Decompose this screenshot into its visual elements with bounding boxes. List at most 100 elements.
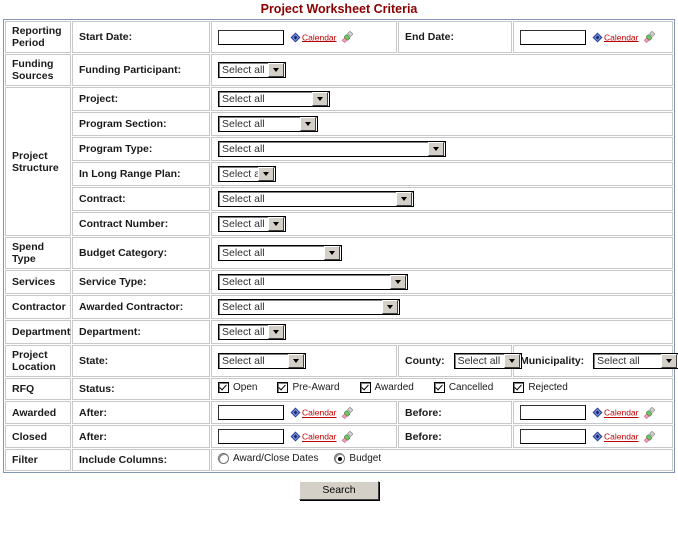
budget-category-cell: Select all: [211, 237, 673, 269]
program-section-label: Program Section:: [72, 112, 210, 136]
service-type-cell: Select all: [211, 270, 673, 294]
closed-before-calendar-link[interactable]: Calendar: [604, 432, 639, 442]
end-date-label: End Date:: [398, 21, 512, 53]
awarded-before-cell: Calendar: [513, 401, 673, 424]
table-row-filter: Filter Include Columns: Award/Close Date…: [5, 449, 673, 471]
radio-icon[interactable]: [334, 453, 346, 464]
chevron-down-icon[interactable]: [503, 354, 520, 368]
eraser-icon[interactable]: [341, 406, 354, 419]
checkbox-icon[interactable]: [277, 382, 289, 393]
municipality-label: Municipality:: [520, 354, 585, 367]
status-checkbox-cancelled[interactable]: Cancelled: [433, 382, 493, 393]
chevron-down-icon[interactable]: [661, 354, 678, 368]
funding-participant-select[interactable]: Select all: [218, 62, 286, 78]
county-select[interactable]: Select all: [453, 353, 522, 369]
calendar-icon: [592, 431, 603, 442]
chevron-down-icon[interactable]: [312, 92, 328, 106]
start-date-calendar-link[interactable]: Calendar: [302, 32, 337, 42]
group-label-closed: Closed: [5, 425, 71, 448]
closed-before-cell: Calendar: [513, 425, 673, 448]
table-row-rfq: RFQ Status: Open Pre-Award Awarded Cancelle…: [5, 378, 673, 400]
chevron-down-icon[interactable]: [390, 275, 406, 289]
table-row-program-type: Program Type: Select all: [5, 137, 673, 161]
project-label: Project:: [72, 87, 210, 111]
eraser-icon[interactable]: [643, 31, 656, 43]
chevron-down-icon[interactable]: [396, 192, 412, 206]
start-date-cell: Calendar: [211, 21, 397, 53]
chevron-down-icon[interactable]: [268, 63, 284, 77]
awarded-before-calendar-link[interactable]: Calendar: [604, 408, 639, 418]
end-date-calendar-link[interactable]: Calendar: [604, 32, 639, 42]
closed-after-label: After:: [72, 425, 210, 448]
awarded-after-calendar-link[interactable]: Calendar: [302, 408, 337, 418]
chevron-down-icon[interactable]: [268, 325, 284, 339]
include-columns-cell: Award/Close Dates Budget: [211, 449, 673, 471]
state-label: State:: [72, 345, 210, 377]
budget-category-select[interactable]: Select all: [218, 245, 342, 261]
group-label-contractor: Contractor: [5, 295, 71, 319]
end-date-input[interactable]: [520, 29, 586, 45]
status-checkbox-open[interactable]: Open: [218, 382, 257, 393]
contract-number-cell: Select all: [211, 212, 673, 236]
radio-budget[interactable]: Budget: [334, 453, 381, 464]
search-button[interactable]: Search: [299, 481, 379, 500]
contract-number-select[interactable]: Select all: [218, 216, 286, 232]
state-cell: Select all: [211, 345, 397, 377]
checkbox-icon[interactable]: [433, 382, 445, 393]
program-type-select[interactable]: Select all: [218, 141, 446, 157]
program-section-select[interactable]: Select all: [218, 116, 318, 132]
chevron-down-icon[interactable]: [428, 142, 444, 156]
group-label-services: Services: [5, 270, 71, 294]
closed-after-calendar-link[interactable]: Calendar: [302, 432, 337, 442]
status-label: Status:: [72, 378, 210, 400]
status-checkbox-awarded[interactable]: Awarded: [359, 382, 414, 393]
awarded-before-input[interactable]: [520, 405, 586, 420]
checkbox-icon[interactable]: [513, 382, 525, 393]
contract-select[interactable]: Select all: [218, 191, 414, 207]
table-row-contract: Contract: Select all: [5, 187, 673, 211]
table-row-services: Services Service Type: Select all: [5, 270, 673, 294]
service-type-label: Service Type:: [72, 270, 210, 294]
table-row-closed: Closed After: Calendar Before: Calendar: [5, 425, 673, 448]
closed-before-input[interactable]: [520, 429, 586, 444]
checkbox-icon[interactable]: [359, 382, 371, 393]
budget-category-label: Budget Category:: [72, 237, 210, 269]
table-row-contract-number: Contract Number: Select all: [5, 212, 673, 236]
status-checkbox-pre-award[interactable]: Pre-Award: [277, 382, 340, 393]
eraser-icon[interactable]: [643, 406, 656, 419]
calendar-icon: [290, 407, 301, 418]
chevron-down-icon[interactable]: [382, 300, 398, 314]
radio-icon[interactable]: [218, 453, 229, 464]
state-select[interactable]: Select all: [218, 353, 306, 369]
calendar-icon: [592, 407, 603, 418]
contract-cell: Select all: [211, 187, 673, 211]
chevron-down-icon[interactable]: [268, 217, 284, 231]
awarded-after-input[interactable]: [218, 405, 284, 420]
checkbox-icon[interactable]: [218, 382, 229, 393]
chevron-down-icon[interactable]: [324, 246, 340, 260]
chevron-down-icon[interactable]: [258, 167, 274, 181]
group-label-funding-sources: Funding Sources: [5, 54, 71, 86]
chevron-down-icon[interactable]: [288, 354, 304, 368]
department-select[interactable]: Select all: [218, 324, 286, 340]
radio-award-close-dates[interactable]: Award/Close Dates: [218, 453, 318, 464]
status-cell: Open Pre-Award Awarded Cancelled Rejected: [211, 378, 673, 400]
chevron-down-icon[interactable]: [300, 117, 316, 131]
in-long-range-plan-select[interactable]: Select all: [218, 166, 276, 182]
closed-after-input[interactable]: [218, 429, 284, 444]
municipality-select[interactable]: Select all: [593, 353, 678, 369]
table-row-project: Project Structure Project: Select all: [5, 87, 673, 236]
table-row-awarded: Awarded After: Calendar Before: Calendar: [5, 401, 673, 424]
eraser-icon[interactable]: [341, 430, 354, 443]
awarded-contractor-select[interactable]: Select all: [218, 299, 400, 315]
project-select[interactable]: Select all: [218, 91, 330, 107]
awarded-contractor-label: Awarded Contractor:: [72, 295, 210, 319]
group-label-spend-type: Spend Type: [5, 237, 71, 269]
eraser-icon[interactable]: [643, 430, 656, 443]
group-label-rfq: RFQ: [5, 378, 71, 400]
service-type-select[interactable]: Select all: [218, 274, 408, 290]
status-checkbox-rejected[interactable]: Rejected: [513, 382, 568, 393]
closed-before-label: Before:: [398, 425, 512, 448]
start-date-input[interactable]: [218, 29, 284, 45]
eraser-icon[interactable]: [341, 31, 354, 43]
